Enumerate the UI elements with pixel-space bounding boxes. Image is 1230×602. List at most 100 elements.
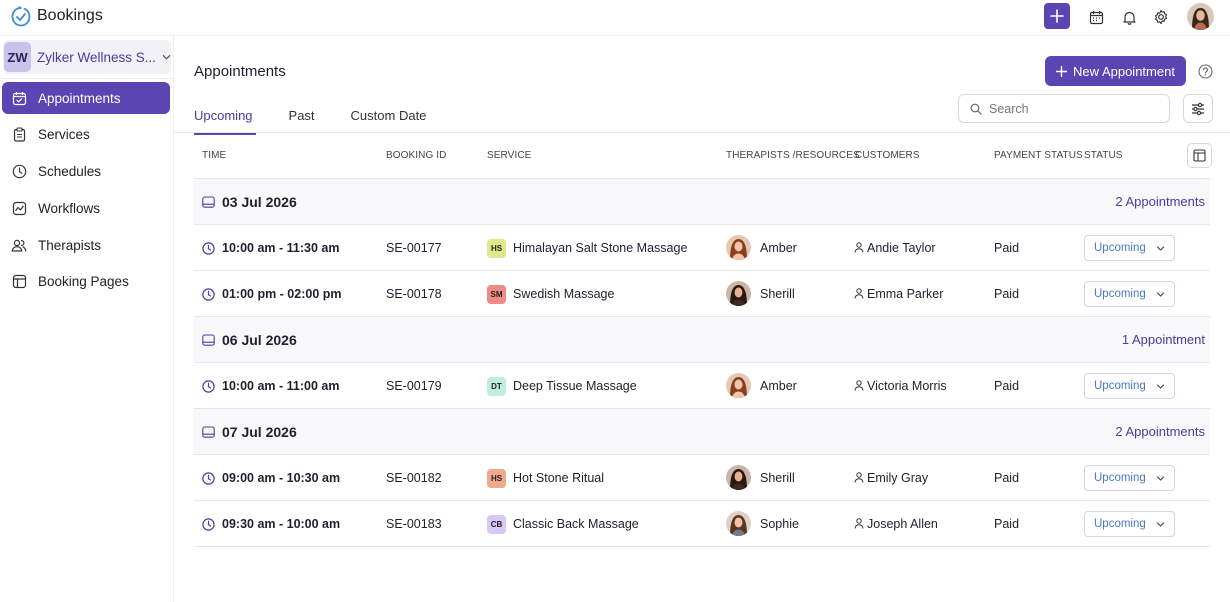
sidebar-item-therapists[interactable]: Therapists (2, 229, 170, 261)
sidebar-divider (0, 78, 174, 79)
chevron-down-icon (1156, 521, 1165, 527)
status-dropdown[interactable]: Upcoming (1084, 511, 1175, 537)
group-appointment-count[interactable]: 1 Appointment (1122, 332, 1205, 347)
tab-past[interactable]: Past (289, 108, 315, 134)
app-title: Bookings (37, 7, 103, 24)
appointment-time: 10:00 am - 11:30 am (222, 241, 340, 255)
table-row[interactable]: 01:00 pm - 02:00 pm SE-00178 SM Swedish … (194, 271, 1210, 317)
column-header-time[interactable]: TIME (202, 150, 226, 161)
therapist-name: Sherill (760, 471, 795, 485)
service-name: Himalayan Salt Stone Massage (513, 241, 688, 255)
payment-status: Paid (994, 471, 1020, 485)
status-dropdown[interactable]: Upcoming (1084, 373, 1175, 399)
therapist-name: Sherill (760, 287, 795, 301)
column-header-customers[interactable]: CUSTOMERS (855, 150, 920, 161)
search-icon (970, 103, 982, 115)
payment-status: Paid (994, 241, 1020, 255)
customer-name: Victoria Morris (867, 379, 947, 393)
status-dropdown[interactable]: Upcoming (1084, 281, 1175, 307)
sliders-icon (1192, 102, 1204, 115)
column-header-status[interactable]: STATUS (1084, 150, 1123, 161)
plus-icon (1056, 65, 1068, 77)
person-icon (854, 242, 864, 253)
service-badge: CB (487, 515, 506, 534)
person-icon (854, 288, 864, 299)
bookings-logo-icon (11, 6, 31, 27)
tab-custom-date[interactable]: Custom Date (351, 108, 427, 134)
table-row[interactable]: 10:00 am - 11:30 am SE-00177 HS Himalaya… (194, 225, 1210, 271)
clock-icon (202, 472, 215, 485)
group-date: 07 Jul 2026 (222, 424, 297, 440)
customer-name: Emma Parker (867, 287, 944, 301)
column-settings-button[interactable] (1187, 143, 1212, 168)
group-date: 03 Jul 2026 (222, 194, 297, 210)
new-appointment-label: New Appointment (1073, 63, 1175, 79)
service-badge: DT (487, 377, 506, 396)
service-badge: HS (487, 469, 506, 488)
appointment-time: 09:30 am - 10:00 am (222, 517, 341, 531)
appointment-tabs: Upcoming Past Custom Date (194, 108, 462, 135)
chevron-down-icon (1156, 475, 1165, 481)
clipboard-icon (10, 126, 28, 144)
column-header-therapists[interactable]: THERAPISTS /RESOURCES (726, 150, 860, 161)
table-header: TIME BOOKING ID SERVICE THERAPISTS /RESO… (194, 133, 1212, 179)
page-title: Appointments (194, 63, 286, 80)
top-bar: Bookings (0, 0, 1230, 36)
org-switcher[interactable]: ZW Zylker Wellness S... (3, 40, 171, 74)
status-dropdown[interactable]: Upcoming (1084, 465, 1175, 491)
users-icon (10, 236, 28, 254)
help-icon[interactable] (1198, 64, 1213, 79)
status-value: Upcoming (1094, 380, 1146, 392)
calendar-button[interactable] (1087, 8, 1105, 26)
sidebar-item-label: Booking Pages (38, 274, 129, 290)
group-appointment-count[interactable]: 2 Appointments (1115, 194, 1205, 209)
payment-status: Paid (994, 287, 1020, 301)
columns-icon (1193, 149, 1206, 162)
booking-id: SE-00178 (386, 287, 442, 301)
service-name: Classic Back Massage (513, 517, 639, 531)
column-header-booking-id[interactable]: BOOKING ID (386, 150, 446, 161)
sidebar-item-schedules[interactable]: Schedules (2, 156, 170, 188)
date-group-header: 07 Jul 2026 2 Appointments (194, 409, 1210, 455)
status-value: Upcoming (1094, 242, 1146, 254)
table-row[interactable]: 09:30 am - 10:00 am SE-00183 CB Classic … (194, 501, 1210, 547)
booking-id: SE-00179 (386, 379, 442, 393)
plus-icon (1050, 9, 1064, 23)
column-header-payment-status[interactable]: PAYMENT STATUS (994, 150, 1083, 161)
notifications-button[interactable] (1120, 8, 1138, 26)
search-input[interactable] (989, 101, 1159, 116)
status-value: Upcoming (1094, 472, 1146, 484)
table-row[interactable]: 10:00 am - 11:00 am SE-00179 DT Deep Tis… (194, 363, 1210, 409)
booking-id: SE-00183 (386, 517, 442, 531)
status-value: Upcoming (1094, 288, 1146, 300)
tab-upcoming[interactable]: Upcoming (194, 108, 256, 135)
chevron-down-icon (1156, 383, 1165, 389)
table-row[interactable]: 09:00 am - 10:30 am SE-00182 HS Hot Ston… (194, 455, 1210, 501)
sidebar-item-appointments[interactable]: Appointments (2, 82, 170, 114)
sidebar-item-services[interactable]: Services (2, 119, 170, 151)
layout-icon (10, 273, 28, 291)
settings-button[interactable] (1152, 8, 1170, 26)
sidebar-item-workflows[interactable]: Workflows (2, 192, 170, 224)
service-name: Hot Stone Ritual (513, 471, 605, 485)
column-header-service[interactable]: SERVICE (487, 150, 531, 161)
customer-name: Joseph Allen (867, 517, 938, 531)
status-value: Upcoming (1094, 518, 1146, 530)
customer-name: Andie Taylor (867, 241, 936, 255)
filter-button[interactable] (1183, 94, 1213, 123)
quick-add-button[interactable] (1044, 3, 1070, 29)
gear-icon (1154, 9, 1168, 25)
group-appointment-count[interactable]: 2 Appointments (1115, 424, 1205, 439)
person-icon (854, 472, 864, 483)
main-content: Appointments New Appointment Upcoming Pa… (174, 36, 1230, 602)
status-dropdown[interactable]: Upcoming (1084, 235, 1175, 261)
therapist-name: Sophie (760, 517, 799, 531)
sidebar-item-label: Workflows (38, 200, 101, 216)
new-appointment-button[interactable]: New Appointment (1045, 56, 1186, 86)
person-icon (854, 518, 864, 529)
appointment-time: 01:00 pm - 02:00 pm (222, 287, 342, 301)
group-date: 06 Jul 2026 (222, 332, 297, 348)
clock-icon (202, 518, 215, 531)
user-avatar[interactable] (1187, 3, 1214, 30)
sidebar-item-booking-pages[interactable]: Booking Pages (2, 266, 170, 298)
